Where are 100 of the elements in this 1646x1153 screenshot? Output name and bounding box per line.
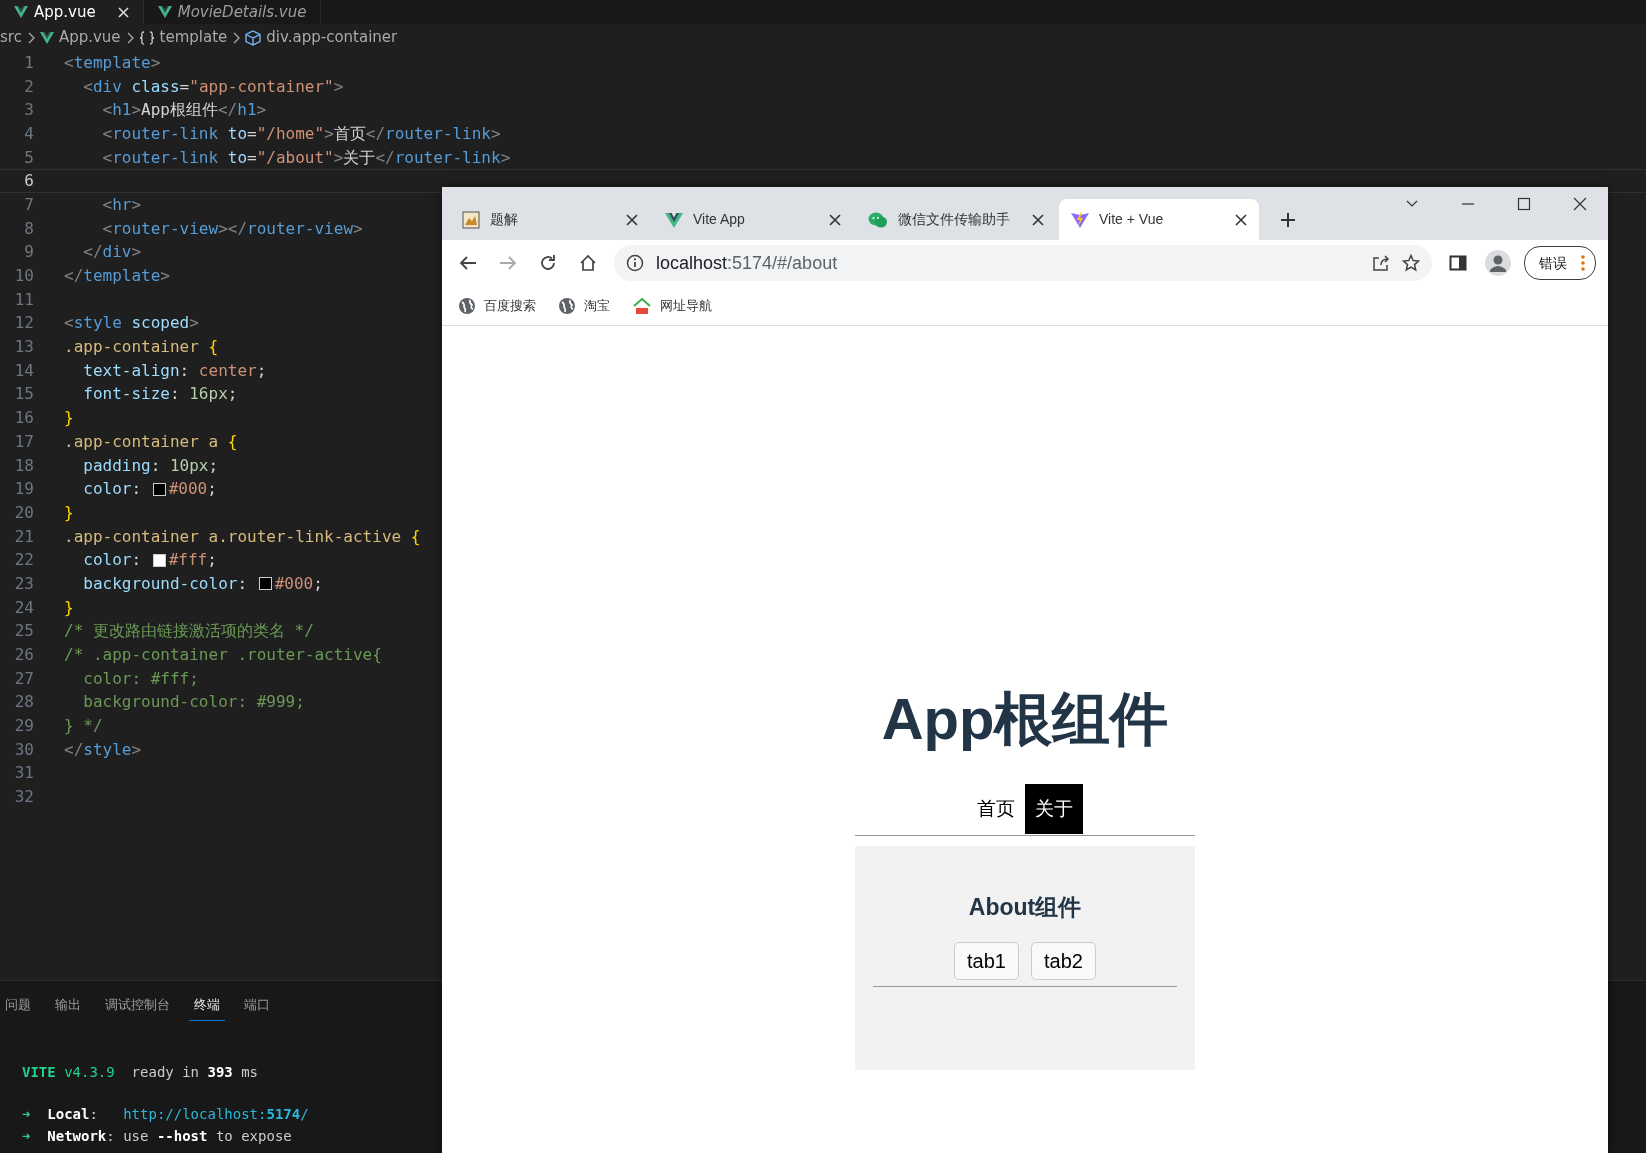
line-number: 28 bbox=[13, 691, 34, 714]
breadcrumb-item[interactable]: div.app-container bbox=[266, 26, 398, 49]
code-text: color: bbox=[82, 478, 143, 501]
code-text: } */ bbox=[64, 715, 103, 738]
line-number: 8 bbox=[23, 217, 34, 240]
profile-button[interactable]: 错误 bbox=[1524, 246, 1596, 280]
nav-link[interactable]: 关于 bbox=[1025, 784, 1083, 834]
line-number: 32 bbox=[13, 786, 34, 809]
panel-tab[interactable]: 问题 bbox=[0, 993, 36, 1021]
plus-icon[interactable] bbox=[1280, 212, 1296, 228]
info-icon bbox=[626, 254, 644, 272]
code-text: <router-view></router-view> bbox=[101, 217, 363, 240]
line-number: 3 bbox=[23, 99, 34, 122]
home-icon[interactable] bbox=[579, 254, 597, 272]
code-text: #fff; bbox=[168, 549, 217, 572]
reload-icon[interactable] bbox=[539, 254, 557, 272]
avatar-icon[interactable] bbox=[1485, 250, 1511, 276]
terminal-line: ➜ Network: use --host to expose bbox=[22, 1127, 292, 1146]
line-number: 30 bbox=[13, 738, 34, 761]
braces-icon bbox=[138, 29, 155, 46]
globe-icon bbox=[558, 296, 576, 315]
close-icon[interactable] bbox=[829, 213, 841, 226]
code-text: text-align: center; bbox=[82, 359, 267, 382]
line-number: 24 bbox=[13, 596, 34, 619]
close-icon[interactable] bbox=[1235, 213, 1247, 226]
code-text: } bbox=[64, 596, 74, 619]
line-number: 23 bbox=[13, 572, 34, 595]
code-text: background-color: bbox=[82, 572, 249, 595]
terminal-line: ➜ Local: http://localhost:5174/ bbox=[22, 1105, 309, 1124]
line-number: 17 bbox=[13, 430, 34, 453]
tab-button[interactable]: tab1 bbox=[954, 941, 1019, 980]
line-number: 19 bbox=[13, 478, 34, 501]
line-number: 31 bbox=[13, 762, 34, 785]
nav-link[interactable]: 首页 bbox=[967, 784, 1025, 834]
color-swatch-icon[interactable] bbox=[152, 482, 166, 496]
code-text: <router-link to="/home">首页</router-link> bbox=[101, 122, 501, 145]
bolt-logo-icon bbox=[1071, 210, 1089, 229]
page-heading: App根组件 bbox=[880, 685, 1170, 753]
color-swatch-icon[interactable] bbox=[258, 577, 272, 591]
line-number: 27 bbox=[13, 667, 34, 690]
line-number: 12 bbox=[13, 312, 34, 335]
bookmark[interactable]: 淘宝 bbox=[558, 295, 610, 316]
breadcrumb-item[interactable]: src bbox=[0, 26, 22, 49]
close-icon[interactable] bbox=[1573, 197, 1587, 211]
v-logo-icon bbox=[665, 211, 683, 228]
line-number: 9 bbox=[23, 241, 34, 264]
chevron-right-icon bbox=[125, 31, 134, 44]
browser-tab[interactable]: Vite + Vue bbox=[1059, 199, 1259, 240]
line-number: 21 bbox=[13, 525, 34, 548]
close-icon[interactable] bbox=[626, 213, 638, 226]
back-arrow-icon[interactable] bbox=[459, 255, 477, 271]
code-text: color: #fff; bbox=[82, 667, 199, 690]
panel-tab[interactable]: 终端 bbox=[189, 993, 225, 1021]
chat-bubbles-icon bbox=[868, 210, 888, 229]
line-number: 26 bbox=[13, 644, 34, 667]
editor-tab[interactable]: MovieDetails.vue bbox=[177, 0, 307, 24]
browser-tab[interactable]: Vite App bbox=[653, 199, 853, 240]
code-text: color: bbox=[82, 549, 143, 572]
bookmark[interactable]: 百度搜索 bbox=[458, 295, 536, 316]
panel-tab[interactable]: 调试控制台 bbox=[100, 993, 175, 1021]
v-logo-icon bbox=[14, 5, 28, 19]
color-swatch-icon[interactable] bbox=[152, 553, 166, 567]
code-text: #000; bbox=[168, 478, 217, 501]
breadcrumb-item[interactable]: template bbox=[159, 26, 228, 49]
image-icon bbox=[462, 210, 480, 229]
panel-tab[interactable]: 端口 bbox=[239, 993, 275, 1021]
tab-button[interactable]: tab2 bbox=[1031, 941, 1096, 980]
line-number: 20 bbox=[13, 501, 34, 524]
code-text: background-color: #999; bbox=[82, 691, 305, 714]
line-number: 13 bbox=[13, 336, 34, 359]
code-text: font-size: 16px; bbox=[82, 383, 238, 406]
code-text: <h1>App根组件</h1> bbox=[101, 99, 267, 122]
browser-tab[interactable]: 微信文件传输助手 bbox=[856, 199, 1056, 240]
line-number: 16 bbox=[13, 407, 34, 430]
url-text: localhost:5174/#/about bbox=[656, 251, 838, 275]
line-number: 4 bbox=[23, 122, 34, 145]
line-number: 6 bbox=[23, 170, 34, 193]
line-number: 1 bbox=[23, 51, 34, 74]
line-number: 22 bbox=[13, 549, 34, 572]
maximize-icon[interactable] bbox=[1517, 197, 1531, 211]
code-text: <div class="app-container"> bbox=[82, 75, 344, 98]
line-number: 10 bbox=[13, 265, 34, 288]
side-panel-icon[interactable] bbox=[1449, 254, 1467, 272]
chevron-right-icon bbox=[232, 31, 241, 44]
share-icon[interactable] bbox=[1372, 254, 1390, 272]
line-number: 7 bbox=[23, 193, 34, 216]
bookmark[interactable]: 网址导航 bbox=[632, 295, 712, 316]
v-logo-icon bbox=[157, 5, 172, 19]
code-text: .app-container a.router-link-active { bbox=[64, 525, 421, 548]
close-icon[interactable] bbox=[1032, 213, 1044, 226]
chevron-right-icon bbox=[26, 31, 35, 44]
code-text: #000; bbox=[274, 572, 323, 595]
address-bar[interactable]: localhost:5174/#/about bbox=[614, 245, 1432, 281]
panel-tab[interactable]: 输出 bbox=[50, 993, 86, 1021]
line-number: 18 bbox=[13, 454, 34, 477]
code-text: <hr> bbox=[101, 193, 142, 216]
star-icon[interactable] bbox=[1402, 254, 1420, 272]
breadcrumb-item[interactable]: App.vue bbox=[58, 26, 121, 49]
code-text: } bbox=[64, 501, 74, 524]
browser-tab[interactable]: 题解 bbox=[450, 199, 650, 240]
